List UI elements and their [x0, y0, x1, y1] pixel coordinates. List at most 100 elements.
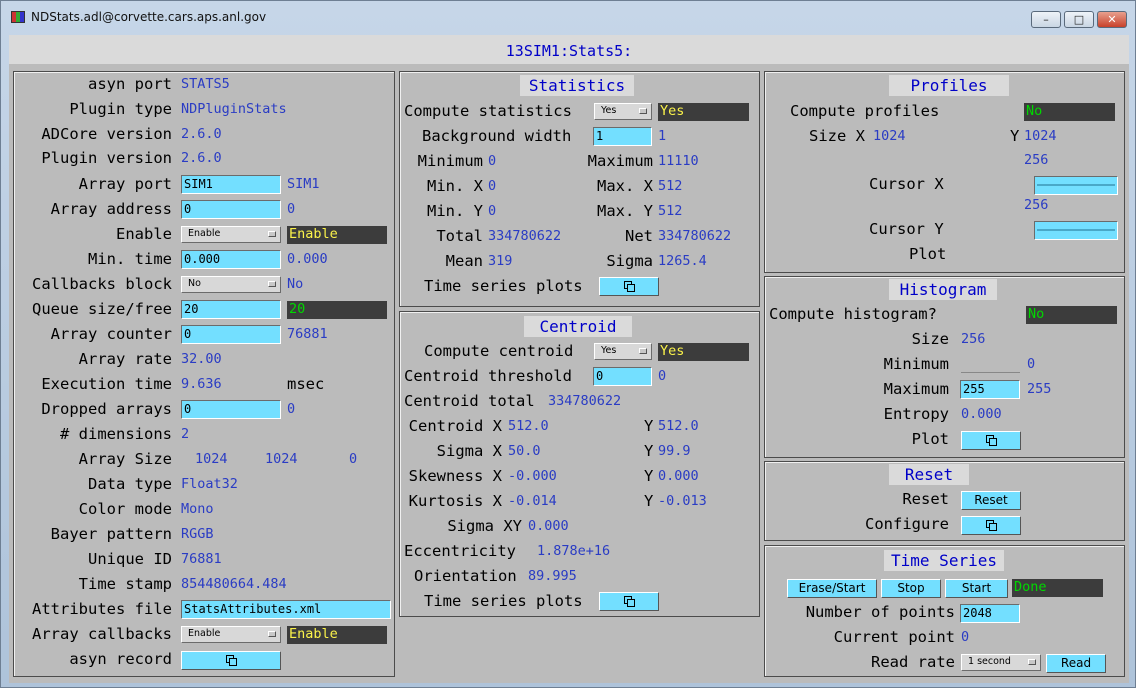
array-address-input[interactable]: 0 [181, 200, 281, 219]
queue-size-label: Queue size/free [32, 300, 172, 318]
array-size-y: 1024 [265, 451, 298, 467]
page-header: 13SIM1:Stats5: [9, 35, 1129, 64]
bayer-pattern-label: Bayer pattern [50, 525, 172, 543]
current-point-value: 0 [961, 629, 970, 645]
histogram-maximum-input[interactable]: 255 [960, 380, 1020, 399]
array-counter-input[interactable]: 0 [181, 325, 281, 344]
mean-value: 319 [488, 253, 513, 269]
queue-size-input[interactable]: 20 [181, 300, 281, 319]
min-time-input[interactable]: 0.000 [181, 250, 281, 269]
current-point-label: Current point [833, 628, 955, 646]
dropped-arrays-input[interactable]: 0 [181, 400, 281, 419]
total-value: 334780622 [488, 228, 562, 244]
callbacks-block-value: No [287, 276, 304, 292]
min-y-value: 0 [488, 203, 497, 219]
color-mode-label: Color mode [78, 500, 172, 518]
start-button[interactable]: Start [945, 579, 1008, 598]
histogram-title: Histogram [889, 279, 997, 300]
cursor-y-slider[interactable] [1034, 221, 1118, 240]
execution-time-unit: msec [287, 375, 325, 393]
menu-arrow-icon [1028, 659, 1036, 665]
plugin-type-label: Plugin type [69, 100, 172, 118]
dimensions-label: # dimensions [60, 425, 172, 443]
number-of-points-input[interactable]: 2048 [960, 604, 1020, 623]
color-mode-value: Mono [181, 501, 214, 517]
unique-id-value: 76881 [181, 551, 222, 567]
background-width-input[interactable]: 1 [593, 127, 652, 146]
eccentricity-value: 1.878e+16 [537, 543, 611, 559]
skewness-y-label: Y [644, 467, 654, 485]
min-y-label: Min. Y [427, 202, 483, 220]
related-display-icon [624, 281, 635, 292]
mean-label: Mean [445, 252, 483, 270]
time-series-panel: Time Series Erase/Start Stop Start Done … [764, 545, 1125, 677]
kurtosis-x-value: -0.014 [508, 493, 557, 509]
profiles-plot-label: Plot [909, 245, 947, 263]
dropped-arrays-label: Dropped arrays [41, 400, 172, 418]
profile-size-y-label: Y [1010, 127, 1020, 145]
compute-histogram-status: No [1026, 306, 1117, 324]
cursor-x-label: Cursor X [869, 175, 944, 193]
enable-menu[interactable]: Enable [181, 226, 281, 243]
minimize-button[interactable]: – [1031, 11, 1061, 28]
read-rate-menu-text: 1 second [968, 656, 1011, 667]
sigma-x-label: Sigma X [436, 442, 502, 460]
statistics-title: Statistics [520, 75, 634, 96]
max-y-value: 512 [658, 203, 683, 219]
reset-panel: Reset Reset Reset Configure [764, 461, 1125, 541]
compute-statistics-label: Compute statistics [404, 102, 572, 120]
configure-button[interactable] [961, 516, 1021, 535]
close-button[interactable]: ✕ [1097, 11, 1127, 28]
centroid-threshold-input[interactable]: 0 [593, 367, 652, 386]
erase-start-button[interactable]: Erase/Start [787, 579, 877, 598]
dimensions-value: 2 [181, 426, 190, 442]
kurtosis-y-label: Y [644, 492, 654, 510]
cursor-x-slider[interactable] [1034, 176, 1118, 195]
centroid-panel: Centroid Compute centroid Yes Yes Centro… [399, 311, 760, 617]
histogram-plot-button[interactable] [961, 431, 1021, 450]
histogram-plot-label: Plot [911, 430, 949, 448]
histogram-minimum-input[interactable] [961, 372, 1020, 373]
compute-centroid-label: Compute centroid [424, 342, 574, 360]
reset-button[interactable]: Reset [961, 491, 1021, 510]
maximize-button[interactable]: □ [1064, 11, 1094, 28]
sigma-value: 1265.4 [658, 253, 707, 269]
compute-statistics-menu[interactable]: Yes [594, 103, 652, 120]
attributes-file-input[interactable]: StatsAttributes.xml [181, 600, 391, 619]
title-bar[interactable]: NDStats.adl@corvette.cars.aps.anl.gov – … [1, 1, 1136, 35]
centroid-threshold-value: 0 [658, 368, 667, 384]
related-display-icon [624, 596, 635, 607]
read-rate-label: Read rate [871, 653, 955, 671]
centroid-time-series-plots-button[interactable] [599, 592, 659, 611]
compute-centroid-menu[interactable]: Yes [594, 343, 652, 360]
array-address-value: 0 [287, 201, 296, 217]
array-size-x: 1024 [195, 451, 228, 467]
min-time-label: Min. time [88, 250, 172, 268]
orientation-label: Orientation [414, 567, 517, 585]
histogram-size-label: Size [911, 330, 949, 348]
profiles-panel: Profiles Compute profiles No Size X 1024… [764, 71, 1125, 273]
enable-label: Enable [116, 225, 172, 243]
statistics-time-series-plots-button[interactable] [599, 277, 659, 296]
callbacks-block-menu[interactable]: No [181, 276, 281, 293]
histogram-panel: Histogram Compute histogram? No Size 256… [764, 276, 1125, 458]
read-button[interactable]: Read [1046, 654, 1106, 673]
array-size-z: 0 [349, 451, 358, 467]
stop-button[interactable]: Stop [881, 579, 941, 598]
net-label: Net [625, 227, 653, 245]
maximum-label: Maximum [587, 152, 653, 170]
data-type-value: Float32 [181, 476, 238, 492]
execution-time-label: Execution time [41, 375, 172, 393]
array-rate-value: 32.00 [181, 351, 222, 367]
asyn-record-button[interactable] [181, 651, 281, 670]
array-callbacks-menu[interactable]: Enable [181, 626, 281, 643]
bayer-pattern-value: RGGB [181, 526, 214, 542]
read-rate-menu[interactable]: 1 second [961, 654, 1041, 671]
time-stamp-value: 854480664.484 [181, 576, 287, 592]
histogram-size-value: 256 [961, 331, 986, 347]
array-callbacks-menu-text: Enable [188, 628, 221, 639]
related-display-icon [226, 655, 237, 666]
array-port-input[interactable]: SIM1 [181, 175, 281, 194]
minimum-label: Minimum [417, 152, 483, 170]
min-time-value: 0.000 [287, 251, 328, 267]
